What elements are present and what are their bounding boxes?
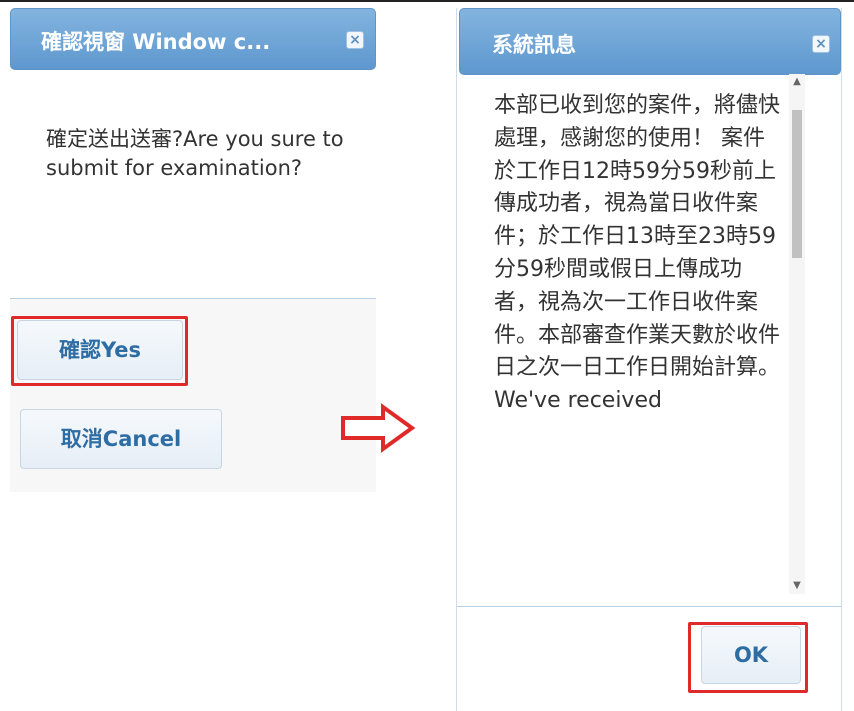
- scrollbar[interactable]: ▲ ▼: [789, 74, 805, 594]
- highlight-box: [11, 316, 188, 386]
- scrollbar-thumb[interactable]: [792, 110, 802, 258]
- highlight-box: [688, 622, 808, 693]
- system-message-dialog: 系統訊息 × 本部已收到您的案件，將儘快處理，感謝您的使用！ 案件於工作日12時…: [456, 8, 842, 711]
- top-border: [0, 0, 854, 2]
- confirm-message: 確定送出送審?Are you sure to submit for examin…: [46, 127, 344, 180]
- close-icon[interactable]: ×: [812, 35, 830, 53]
- right-arrow-icon: [341, 403, 416, 453]
- scroll-up-icon[interactable]: ▲: [789, 74, 805, 90]
- confirm-dialog-title: 確認視窗 Window c...: [41, 30, 271, 54]
- confirm-dialog-body: 確定送出送審?Are you sure to submit for examin…: [10, 74, 376, 298]
- system-message-titlebar[interactable]: 系統訊息 ×: [459, 8, 841, 75]
- system-message-text: 本部已收到您的案件，將儘快處理，感謝您的使用！ 案件於工作日12時59分59秒前…: [494, 93, 781, 414]
- confirm-button-area: 確認Yes 取消Cancel: [10, 299, 376, 492]
- cancel-button[interactable]: 取消Cancel: [20, 409, 222, 469]
- divider: [457, 606, 841, 607]
- scroll-down-icon[interactable]: ▼: [789, 578, 805, 594]
- confirm-dialog: 確認視窗 Window c... × 確定送出送審?Are you sure t…: [10, 8, 376, 492]
- system-message-title: 系統訊息: [492, 33, 576, 57]
- close-icon[interactable]: ×: [346, 31, 364, 49]
- confirm-dialog-titlebar[interactable]: 確認視窗 Window c... ×: [10, 8, 376, 70]
- message-scroll-area[interactable]: 本部已收到您的案件，將儘快處理，感謝您的使用！ 案件於工作日12時59分59秒前…: [487, 86, 831, 598]
